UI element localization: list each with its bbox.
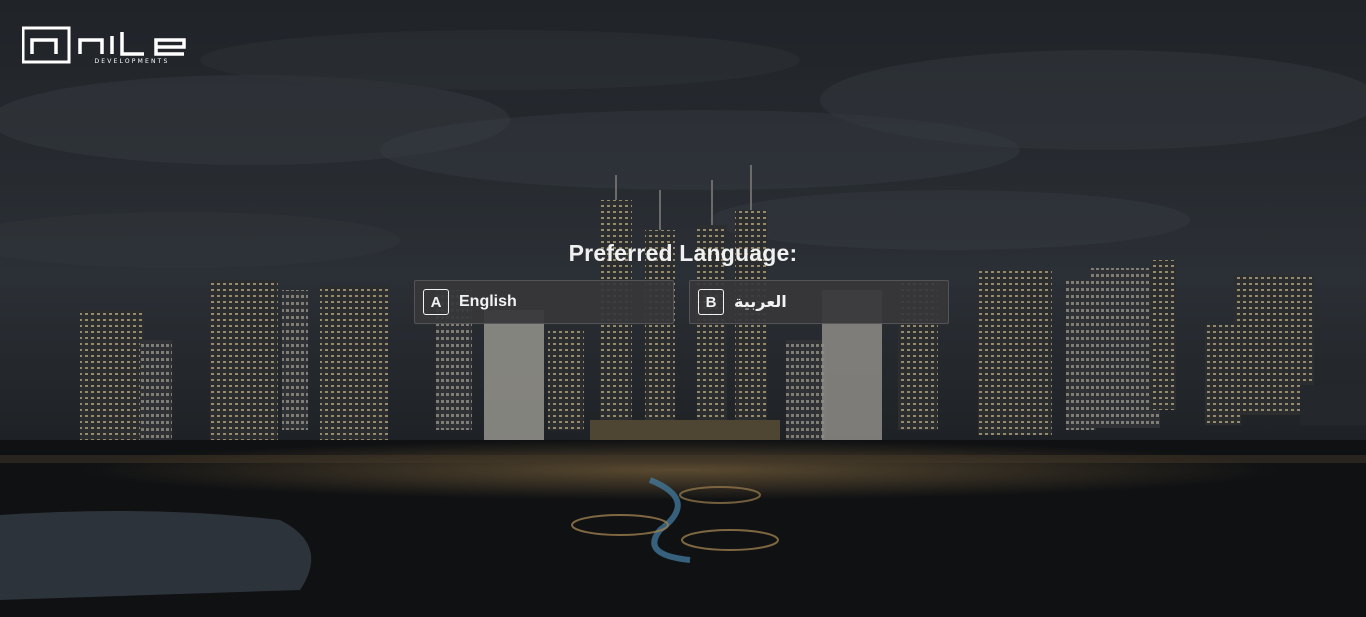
language-options: A English B العربية (414, 280, 952, 324)
language-selector: Preferred Language: A English B العربية (414, 240, 952, 324)
option-label-english: English (459, 293, 517, 310)
svg-text:DEVELOPMENTS: DEVELOPMENTS (94, 58, 169, 65)
nile-developments-logo[interactable]: DEVELOPMENTS (21, 26, 192, 70)
option-key-b: B (698, 289, 724, 315)
option-key-a: A (423, 289, 449, 315)
language-option-english[interactable]: A English (414, 280, 674, 324)
nile-logo-icon: DEVELOPMENTS (21, 26, 186, 65)
language-option-arabic[interactable]: B العربية (689, 280, 949, 324)
option-label-arabic: العربية (734, 294, 787, 311)
preferred-language-title: Preferred Language: (568, 240, 798, 266)
